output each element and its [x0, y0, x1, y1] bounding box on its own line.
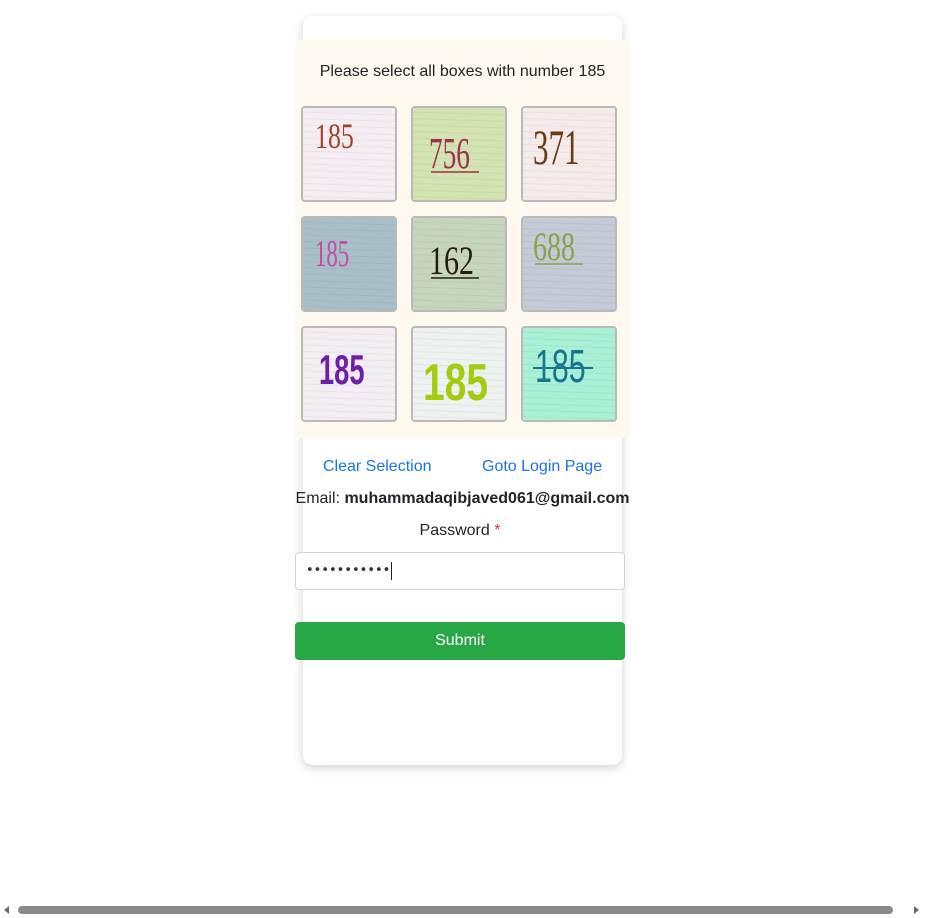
- required-mark: *: [494, 522, 501, 539]
- submit-button[interactable]: Submit: [295, 622, 625, 660]
- captcha-number: 688: [533, 225, 575, 269]
- captcha-image: 688: [523, 218, 615, 310]
- captcha-tile[interactable]: 185: [301, 216, 397, 312]
- password-input[interactable]: •••••••••••: [295, 552, 625, 590]
- captcha-number: 185: [315, 232, 349, 274]
- captcha-tile[interactable]: 185: [411, 326, 507, 422]
- email-row: Email: muhammadaqibjaved061@gmail.com: [295, 490, 630, 508]
- captcha-image: 185: [303, 328, 395, 420]
- captcha-number: 371: [533, 120, 579, 175]
- captcha-image: 185: [303, 108, 395, 200]
- captcha-number: 756: [429, 128, 470, 177]
- captcha-number: 185: [315, 116, 354, 156]
- scroll-left-arrow-icon[interactable]: [4, 906, 9, 914]
- captcha-tile[interactable]: 756: [411, 106, 507, 202]
- captcha-number: 185: [423, 352, 488, 411]
- captcha-tile[interactable]: 162: [411, 216, 507, 312]
- password-label-row: Password *: [295, 522, 625, 540]
- captcha-image: 162: [413, 218, 505, 310]
- captcha-tile[interactable]: 185: [301, 106, 397, 202]
- scroll-right-arrow-icon[interactable]: [914, 906, 919, 914]
- horizontal-scrollbar[interactable]: [0, 902, 925, 918]
- email-label: Email:: [295, 490, 340, 507]
- password-label: Password: [419, 522, 490, 539]
- page: Please select all boxes with number 185 …: [0, 0, 925, 918]
- goto-login-link[interactable]: Goto Login Page: [482, 458, 602, 476]
- password-masked-value: •••••••••••: [306, 563, 391, 578]
- captcha-number: 162: [429, 238, 474, 283]
- captcha-image: 185: [523, 328, 615, 420]
- scrollbar-thumb[interactable]: [18, 906, 893, 914]
- captcha-image: 185: [413, 328, 505, 420]
- text-caret: [391, 561, 393, 580]
- captcha-tile[interactable]: 371: [521, 106, 617, 202]
- captcha-tile[interactable]: 185: [301, 326, 397, 422]
- captcha-tile[interactable]: 185: [521, 326, 617, 422]
- clear-selection-link[interactable]: Clear Selection: [323, 458, 432, 476]
- captcha-image: 756: [413, 108, 505, 200]
- captcha-image: 371: [523, 108, 615, 200]
- captcha-image: 185: [303, 218, 395, 310]
- email-value: muhammadaqibjaved061@gmail.com: [344, 490, 630, 507]
- captcha-number: 185: [319, 346, 365, 393]
- captcha-tile[interactable]: 688: [521, 216, 617, 312]
